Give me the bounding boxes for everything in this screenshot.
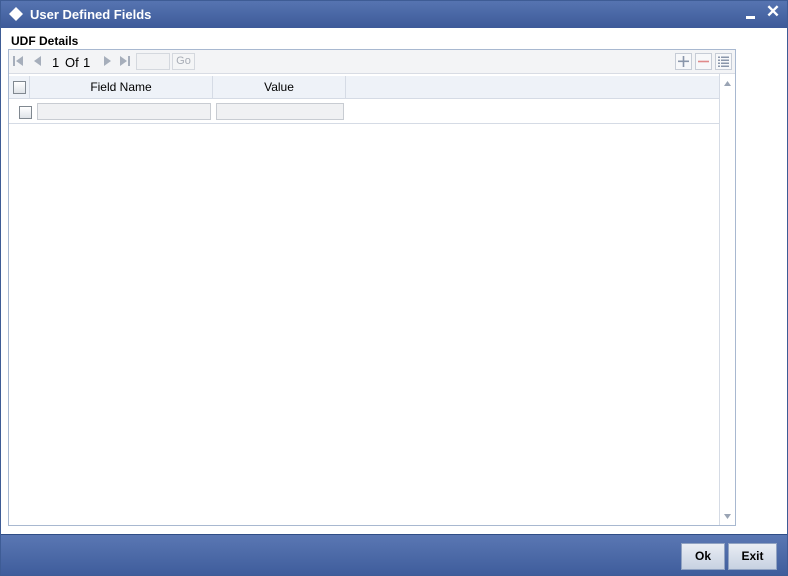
scroll-down-icon[interactable] <box>723 512 732 521</box>
total-pages: 1 <box>83 55 91 70</box>
delete-row-button[interactable] <box>695 53 712 70</box>
section-title: UDF Details <box>11 34 79 48</box>
add-row-button[interactable] <box>675 53 692 70</box>
grid-body: Field Name Value <box>9 74 719 525</box>
last-page-icon[interactable] <box>119 55 131 67</box>
row-checkbox[interactable] <box>19 106 32 119</box>
value-input[interactable] <box>216 103 344 120</box>
field-name-input[interactable] <box>37 103 211 120</box>
grid-header-row: Field Name Value <box>9 76 719 99</box>
ok-button[interactable]: Ok <box>681 543 725 570</box>
previous-page-icon[interactable] <box>32 55 44 67</box>
plus-icon <box>678 56 689 67</box>
page-number-input[interactable] <box>136 53 170 70</box>
udf-dialog: User Defined Fields ✕ UDF Details 1 Of 1 <box>0 0 788 576</box>
minimize-icon[interactable] <box>742 4 760 22</box>
list-icon <box>718 56 729 67</box>
select-all-checkbox[interactable] <box>13 81 26 94</box>
column-header-field-name[interactable]: Field Name <box>30 76 213 99</box>
minus-icon <box>698 60 709 63</box>
vertical-scrollbar[interactable] <box>719 74 735 525</box>
table-row <box>9 100 719 124</box>
close-icon[interactable]: ✕ <box>764 3 782 22</box>
title-bar[interactable]: User Defined Fields ✕ <box>1 1 787 28</box>
footer-bar: Ok Exit <box>1 534 787 575</box>
window-title: User Defined Fields <box>30 7 152 22</box>
exit-button[interactable]: Exit <box>728 543 777 570</box>
select-all-cell <box>9 76 30 99</box>
diamond-icon <box>9 7 23 21</box>
single-view-button[interactable] <box>715 53 732 70</box>
next-page-icon[interactable] <box>101 55 113 67</box>
udf-grid: 1 Of 1 Go Field Name Value <box>8 49 736 526</box>
current-page: 1 <box>52 55 60 70</box>
page-of-label: Of <box>65 55 79 70</box>
column-header-value[interactable]: Value <box>213 76 346 99</box>
scroll-up-icon[interactable] <box>723 79 732 88</box>
go-button[interactable]: Go <box>172 53 195 70</box>
grid-toolbar: 1 Of 1 Go <box>9 50 735 74</box>
first-page-icon[interactable] <box>12 55 24 67</box>
